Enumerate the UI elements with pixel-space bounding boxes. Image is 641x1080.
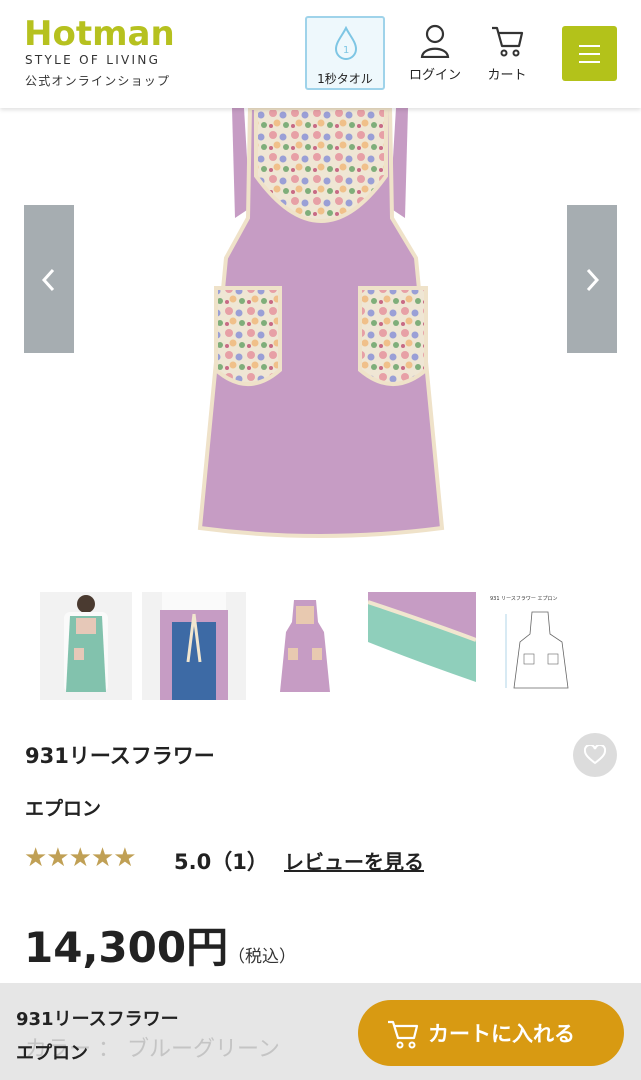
cart-icon <box>388 1020 419 1049</box>
svg-text:1: 1 <box>343 45 349 56</box>
product-name: 931リースフラワー <box>25 744 215 768</box>
rating-value: 5.0（1） <box>174 850 268 874</box>
menu-line-icon <box>579 61 600 63</box>
cart-label: カート <box>487 68 527 83</box>
thumbnail-apron-flat[interactable] <box>258 592 350 700</box>
logo-subtitle: 公式オンラインショップ <box>25 74 171 88</box>
thumbnail-model-back[interactable] <box>142 592 246 700</box>
diagram-caption: 931 リースフラワー エプロン <box>490 596 557 602</box>
heart-icon <box>584 745 606 765</box>
cart-header-button[interactable]: カート <box>472 24 542 88</box>
cart-icon <box>492 26 524 57</box>
add-to-cart-button[interactable]: カートに入れる <box>358 1000 624 1066</box>
rating-stars: ★★★★★ <box>24 843 137 873</box>
tax-note: （税込） <box>228 947 296 967</box>
user-icon <box>420 24 450 58</box>
login-button[interactable]: ログイン <box>400 24 470 88</box>
water-drop-icon: 1 <box>334 26 358 60</box>
login-label: ログイン <box>408 68 461 83</box>
thumbnail-model-front[interactable] <box>40 592 132 700</box>
hamburger-menu-button[interactable] <box>562 26 617 81</box>
chevron-right-icon <box>586 268 600 292</box>
logo-tagline: STYLE OF LIVING <box>25 53 161 67</box>
site-header: Hotman STYLE OF LIVING 公式オンラインショップ 1 1秒タ… <box>0 0 641 108</box>
bar-product-name: 931リースフラワー <box>16 1009 179 1030</box>
logo[interactable]: Hotman <box>24 14 175 54</box>
menu-line-icon <box>579 53 600 55</box>
chevron-left-icon <box>41 268 55 292</box>
menu-line-icon <box>579 45 600 47</box>
thumbnail-size-diagram[interactable]: 931 リースフラワー エプロン <box>486 592 598 700</box>
thumbnail-strip: 931 リースフラワー エプロン <box>40 592 600 700</box>
add-to-cart-label: カートに入れる <box>428 1022 575 1046</box>
product-main-image <box>197 108 445 538</box>
next-image-button[interactable] <box>567 205 617 353</box>
product-price: 14,300円 <box>24 923 229 972</box>
prev-image-button[interactable] <box>24 205 74 353</box>
product-type: エプロン <box>25 798 102 820</box>
review-link[interactable]: レビューを見る <box>284 846 424 875</box>
thumbnail-fabric-closeup[interactable] <box>368 592 476 700</box>
sticky-cart-bar: カラー ： ブルーグリーン 931リースフラワー エプロン カートに入れる <box>0 983 641 1080</box>
favorite-button[interactable] <box>573 733 617 777</box>
one-second-towel-button[interactable]: 1 1秒タオル <box>305 16 385 90</box>
bar-product-type: エプロン <box>16 1043 88 1064</box>
towel-label: 1秒タオル <box>317 72 373 86</box>
